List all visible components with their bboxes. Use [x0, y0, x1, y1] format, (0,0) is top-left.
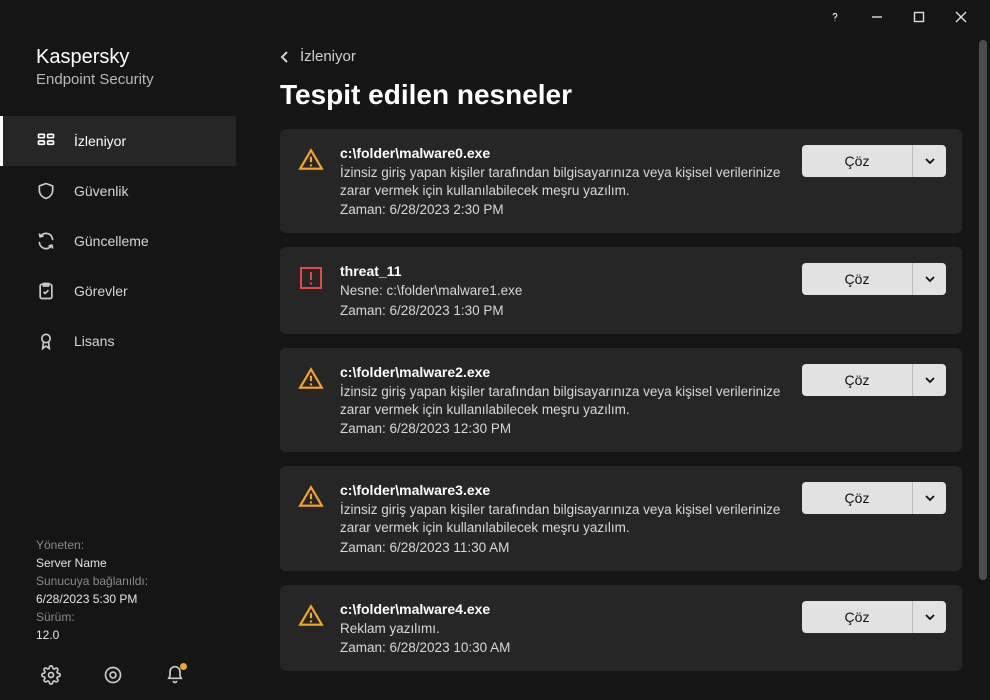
- threat-info: c:\folder\malware4.exe Reklam yazılımı. Za…: [340, 601, 786, 655]
- brand: Kaspersky Endpoint Security: [0, 46, 236, 102]
- threat-list: c:\folder\malware0.exe İzinsiz giriş yapa…: [280, 129, 962, 700]
- alert-warning-icon: [298, 603, 324, 629]
- threat-title: c:\folder\malware2.exe: [340, 364, 786, 380]
- brand-name: Kaspersky: [36, 46, 236, 69]
- tasks-icon: [36, 281, 56, 301]
- threat-time: Zaman: 6/28/2023 11:30 AM: [340, 540, 786, 555]
- resolve-dropdown-button[interactable]: [912, 263, 946, 295]
- resolve-button[interactable]: Çöz: [802, 601, 912, 633]
- sidebar-item-license[interactable]: Lisans: [0, 316, 236, 366]
- threat-card: c:\folder\malware0.exe İzinsiz giriş yapa…: [280, 129, 962, 233]
- sidebar-item-update[interactable]: Güncelleme: [0, 216, 236, 266]
- resolve-button[interactable]: Çöz: [802, 482, 912, 514]
- threat-actions: Çöz: [802, 364, 946, 396]
- threat-info: c:\folder\malware3.exe İzinsiz giriş yapa…: [340, 482, 786, 554]
- sidebar-item-label: Güvenlik: [74, 183, 128, 199]
- scrollbar[interactable]: [976, 34, 990, 700]
- resolve-dropdown-button[interactable]: [912, 145, 946, 177]
- help-button[interactable]: [814, 2, 856, 32]
- sidebar: Kaspersky Endpoint Security İzleniyor Gü…: [0, 34, 236, 700]
- threat-actions: Çöz: [802, 263, 946, 295]
- close-button[interactable]: [940, 2, 982, 32]
- chevron-down-icon: [924, 155, 936, 167]
- resolve-dropdown-button[interactable]: [912, 482, 946, 514]
- main: İzleniyor Tespit edilen nesneler c:\fold…: [236, 34, 990, 700]
- threat-card: threat_11 Nesne: c:\folder\malware1.exe Za…: [280, 247, 962, 333]
- threat-info: threat_11 Nesne: c:\folder\malware1.exe Za…: [340, 263, 786, 317]
- alert-warning-icon: [298, 484, 324, 510]
- threat-card: c:\folder\malware2.exe İzinsiz giriş yapa…: [280, 348, 962, 452]
- sidebar-item-label: Güncelleme: [74, 233, 149, 249]
- bottom-toolbar: [0, 654, 236, 700]
- minimize-button[interactable]: [856, 2, 898, 32]
- resolve-button[interactable]: Çöz: [802, 263, 912, 295]
- threat-title: c:\folder\malware3.exe: [340, 482, 786, 498]
- status-block: Yöneten: Server Name Sunucuya bağlanıldı…: [0, 536, 236, 654]
- connected-value: 6/28/2023 5:30 PM: [36, 590, 220, 608]
- award-icon: [36, 331, 56, 351]
- sidebar-item-monitoring[interactable]: İzleniyor: [0, 116, 236, 166]
- threat-time: Zaman: 6/28/2023 1:30 PM: [340, 303, 786, 318]
- resolve-dropdown-button[interactable]: [912, 364, 946, 396]
- titlebar: [0, 0, 990, 34]
- threat-time: Zaman: 6/28/2023 10:30 AM: [340, 640, 786, 655]
- resolve-dropdown-button[interactable]: [912, 601, 946, 633]
- chevron-down-icon: [924, 611, 936, 623]
- connected-label: Sunucuya bağlanıldı:: [36, 572, 220, 590]
- chevron-down-icon: [924, 374, 936, 386]
- chevron-down-icon: [924, 273, 936, 285]
- threat-card: c:\folder\malware4.exe Reklam yazılımı. Za…: [280, 585, 962, 671]
- threat-time: Zaman: 6/28/2023 2:30 PM: [340, 202, 786, 217]
- app-body: Kaspersky Endpoint Security İzleniyor Gü…: [0, 34, 990, 700]
- brand-subtitle: Endpoint Security: [36, 71, 236, 88]
- sidebar-item-label: Görevler: [74, 283, 128, 299]
- alert-warning-icon: [298, 366, 324, 392]
- managed-by-label: Yöneten:: [36, 536, 220, 554]
- alert-warning-icon: [298, 147, 324, 173]
- scrollbar-thumb[interactable]: [979, 40, 987, 580]
- resolve-button[interactable]: Çöz: [802, 145, 912, 177]
- threat-title: c:\folder\malware4.exe: [340, 601, 786, 617]
- managed-by-value: Server Name: [36, 554, 220, 572]
- threat-description: İzinsiz giriş yapan kişiler tarafından b…: [340, 383, 786, 419]
- sidebar-item-security[interactable]: Güvenlik: [0, 166, 236, 216]
- sidebar-item-label: Lisans: [74, 333, 114, 349]
- chevron-down-icon: [924, 492, 936, 504]
- maximize-button[interactable]: [898, 2, 940, 32]
- page-title: Tespit edilen nesneler: [280, 79, 962, 111]
- nav: İzleniyor Güvenlik Güncelleme: [0, 116, 236, 366]
- threat-info: c:\folder\malware2.exe İzinsiz giriş yapa…: [340, 364, 786, 436]
- sidebar-item-tasks[interactable]: Görevler: [0, 266, 236, 316]
- support-button[interactable]: [102, 664, 124, 686]
- refresh-icon: [36, 231, 56, 251]
- threat-actions: Çöz: [802, 601, 946, 633]
- threat-time: Zaman: 6/28/2023 12:30 PM: [340, 421, 786, 436]
- resolve-button[interactable]: Çöz: [802, 364, 912, 396]
- threat-title: threat_11: [340, 263, 786, 279]
- chevron-left-icon: [280, 50, 290, 64]
- threat-info: c:\folder\malware0.exe İzinsiz giriş yapa…: [340, 145, 786, 217]
- notifications-button[interactable]: [164, 664, 186, 686]
- monitor-icon: [36, 131, 56, 151]
- content: İzleniyor Tespit edilen nesneler c:\fold…: [236, 34, 976, 700]
- sidebar-item-label: İzleniyor: [74, 133, 126, 149]
- threat-description: İzinsiz giriş yapan kişiler tarafından b…: [340, 164, 786, 200]
- alert-critical-icon: [298, 265, 324, 291]
- notification-dot-icon: [180, 663, 187, 670]
- threat-title: c:\folder\malware0.exe: [340, 145, 786, 161]
- threat-description: İzinsiz giriş yapan kişiler tarafından b…: [340, 501, 786, 537]
- threat-description: Reklam yazılımı.: [340, 620, 786, 638]
- threat-actions: Çöz: [802, 145, 946, 177]
- threat-description: Nesne: c:\folder\malware1.exe: [340, 282, 786, 300]
- breadcrumb[interactable]: İzleniyor: [280, 48, 962, 65]
- threat-actions: Çöz: [802, 482, 946, 514]
- settings-button[interactable]: [40, 664, 62, 686]
- shield-icon: [36, 181, 56, 201]
- threat-card: c:\folder\malware3.exe İzinsiz giriş yapa…: [280, 466, 962, 570]
- app-window: Kaspersky Endpoint Security İzleniyor Gü…: [0, 0, 990, 700]
- breadcrumb-parent: İzleniyor: [300, 48, 356, 65]
- version-value: 12.0: [36, 626, 220, 644]
- version-label: Sürüm:: [36, 608, 220, 626]
